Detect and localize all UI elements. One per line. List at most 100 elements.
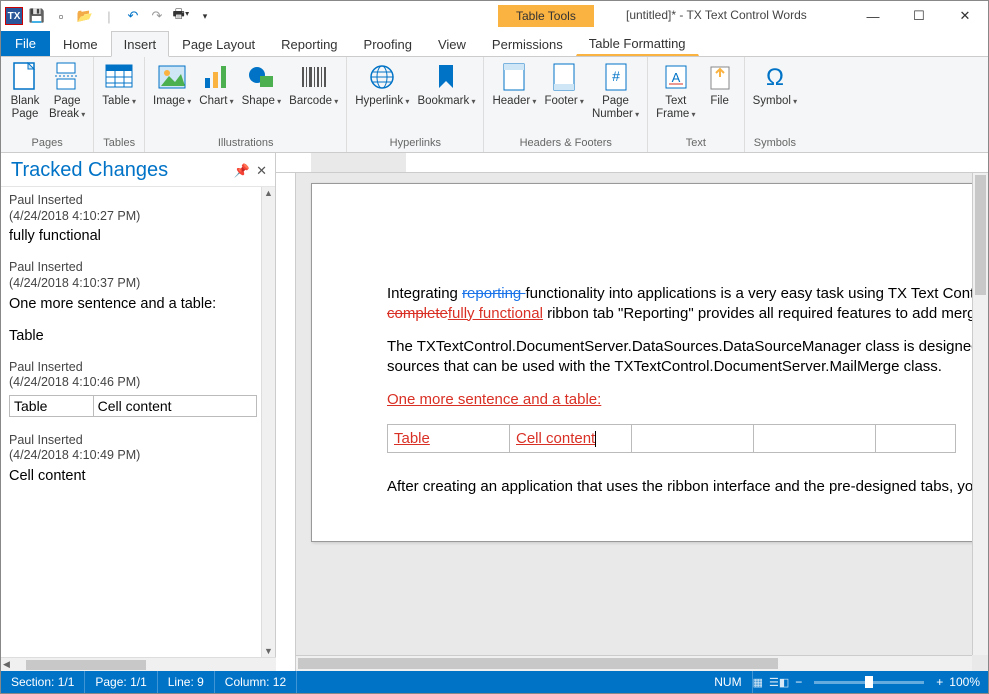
footer-button[interactable]: Footer (540, 59, 588, 110)
document-page[interactable]: Integrating reporting functionality into… (311, 183, 988, 542)
file-arrow-icon (704, 61, 736, 93)
change-table: Table Cell content (9, 395, 257, 417)
status-line[interactable]: Line: 9 (158, 671, 215, 693)
change-text: fully functional (9, 228, 253, 244)
pin-icon[interactable]: 📌 (234, 163, 250, 179)
group-label: Tables (98, 135, 140, 152)
tab-page-layout[interactable]: Page Layout (169, 31, 268, 56)
tab-table-formatting[interactable]: Table Formatting (576, 31, 699, 56)
open-icon[interactable]: 📂 (75, 6, 95, 26)
layout-view-icon[interactable]: ☰◧ (769, 676, 789, 689)
empty-cell[interactable] (632, 424, 754, 453)
qat-more-icon[interactable]: ▾ (195, 6, 215, 26)
file-button[interactable]: File (700, 59, 740, 110)
document-horizontal-scrollbar[interactable] (296, 655, 972, 671)
new-doc-icon[interactable]: ▫ (51, 6, 71, 26)
zoom-in-button[interactable]: + (936, 675, 943, 689)
document-table[interactable]: Table Cell content (387, 424, 956, 454)
tab-reporting[interactable]: Reporting (268, 31, 350, 56)
empty-cell[interactable] (754, 424, 876, 453)
save-icon[interactable]: 💾 (27, 6, 47, 26)
deleted-text: reporting (462, 285, 525, 302)
minimize-button[interactable]: — (850, 1, 896, 31)
symbol-button[interactable]: Ω Symbol (749, 59, 802, 110)
label: Footer (544, 95, 584, 108)
group-label: Hyperlinks (351, 135, 479, 152)
zoom-out-button[interactable]: − (795, 675, 802, 689)
svg-text:#: # (612, 68, 620, 84)
label: File (710, 95, 729, 108)
shape-button[interactable]: Shape (238, 59, 286, 110)
blank-page-button[interactable]: Blank Page (5, 59, 45, 123)
page-number-button[interactable]: # Page Number (588, 59, 643, 123)
panel-title: Tracked Changes (11, 159, 168, 182)
image-button[interactable]: Image (149, 59, 195, 110)
change-entry[interactable]: Paul Inserted (4/24/2018 4:10:49 PM) Cel… (1, 427, 261, 494)
change-timestamp: (4/24/2018 4:10:37 PM) (9, 276, 253, 292)
bookmark-icon (430, 61, 462, 93)
ribbon-group-symbols: Ω Symbol Symbols (745, 57, 806, 152)
change-entry[interactable]: Paul Inserted (4/24/2018 4:10:27 PM) ful… (1, 187, 261, 254)
vertical-ruler[interactable] (276, 173, 296, 671)
title-bar: TX 💾 ▫ 📂 | ↶ ↷ 🖶▾ ▾ Table Tools [untitle… (1, 1, 988, 31)
document-vertical-scrollbar[interactable] (972, 173, 988, 655)
barcode-button[interactable]: Barcode (285, 59, 342, 110)
change-author: Paul Inserted (9, 360, 253, 376)
hyperlink-button[interactable]: Hyperlink (351, 59, 413, 110)
grid-view-icon[interactable]: ▦ (753, 676, 763, 689)
horizontal-ruler[interactable] (276, 153, 988, 173)
status-column[interactable]: Column: 12 (215, 671, 297, 693)
table-button[interactable]: Table (98, 59, 140, 110)
text-frame-button[interactable]: A Text Frame (652, 59, 699, 123)
status-section[interactable]: Section: 1/1 (1, 671, 85, 693)
maximize-button[interactable]: ☐ (896, 1, 942, 31)
window-title: [untitled]* - TX Text Control Words (626, 8, 807, 22)
omega-icon: Ω (759, 61, 791, 93)
inserted-text: Table (394, 430, 430, 447)
tab-permissions[interactable]: Permissions (479, 31, 576, 56)
bookmark-button[interactable]: Bookmark (413, 59, 479, 110)
ribbon-group-illustrations: Image Chart Shape Barcode Illustrations (145, 57, 347, 152)
redo-icon[interactable]: ↷ (147, 6, 167, 26)
tab-file[interactable]: File (1, 31, 50, 56)
label: Hyperlink (355, 95, 409, 108)
tab-insert[interactable]: Insert (111, 31, 170, 57)
empty-cell[interactable] (876, 424, 956, 453)
change-author: Paul Inserted (9, 193, 253, 209)
panel-vertical-scrollbar[interactable]: ▲▼ (261, 187, 275, 657)
close-panel-icon[interactable]: ✕ (256, 163, 267, 179)
change-entry[interactable]: Paul Inserted (4/24/2018 4:10:46 PM) Tab… (1, 354, 261, 427)
group-label: Symbols (749, 135, 802, 152)
chart-icon (200, 61, 232, 93)
undo-icon[interactable]: ↶ (123, 6, 143, 26)
close-button[interactable]: ✕ (942, 1, 988, 31)
tracked-changes-panel: Tracked Changes 📌 ✕ Paul Inserted (4/24/… (1, 153, 276, 671)
zoom-level[interactable]: 100% (949, 675, 980, 689)
label: Page Break (49, 95, 85, 121)
change-timestamp: (4/24/2018 4:10:49 PM) (9, 448, 253, 464)
tab-home[interactable]: Home (50, 31, 111, 56)
workspace: Tracked Changes 📌 ✕ Paul Inserted (4/24/… (1, 153, 988, 671)
paragraph: One more sentence and a table: (387, 390, 988, 410)
tab-proofing[interactable]: Proofing (351, 31, 425, 56)
header-button[interactable]: Header (488, 59, 540, 110)
change-entry[interactable]: Paul Inserted (4/24/2018 4:10:37 PM) One… (1, 254, 261, 353)
status-page[interactable]: Page: 1/1 (85, 671, 157, 693)
change-author: Paul Inserted (9, 260, 253, 276)
status-num[interactable]: NUM (704, 671, 752, 693)
table-icon (103, 61, 135, 93)
footer-icon (548, 61, 580, 93)
print-icon[interactable]: 🖶▾ (171, 6, 191, 26)
quick-access-toolbar: TX 💾 ▫ 📂 | ↶ ↷ 🖶▾ ▾ (1, 6, 215, 26)
cell: Table (10, 395, 94, 416)
label: Header (492, 95, 536, 108)
tab-view[interactable]: View (425, 31, 479, 56)
paragraph: The TXTextControl.DocumentServer.DataSou… (387, 337, 988, 376)
group-label: Headers & Footers (488, 135, 643, 152)
inserted-text: fully functional (448, 305, 543, 322)
document-area: Integrating reporting functionality into… (276, 153, 988, 671)
page-break-button[interactable]: Page Break (45, 59, 89, 123)
paragraph: After creating an application that uses … (387, 477, 988, 497)
chart-button[interactable]: Chart (195, 59, 237, 110)
zoom-slider[interactable] (814, 681, 924, 684)
